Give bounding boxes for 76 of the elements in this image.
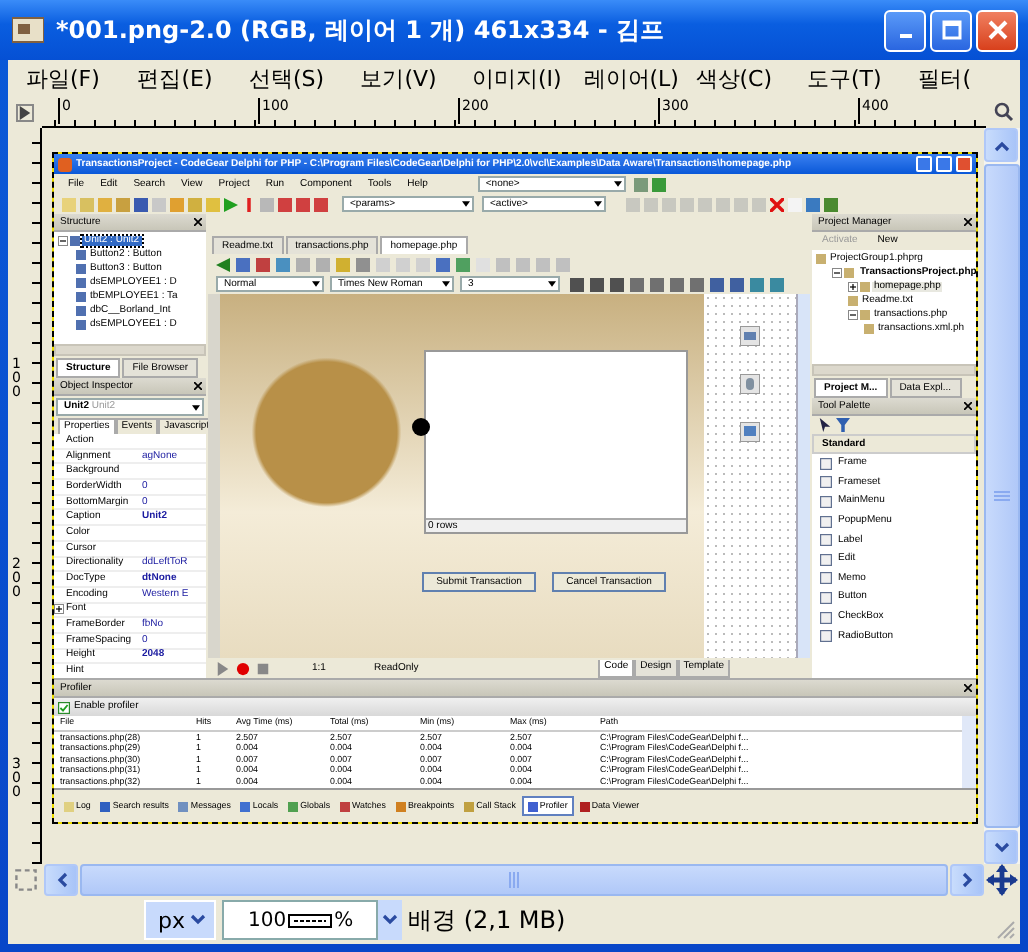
close-icon[interactable]	[964, 684, 972, 692]
app-icon	[58, 157, 72, 171]
minimize-button[interactable]	[916, 156, 932, 172]
app-icon	[12, 14, 44, 46]
close-icon[interactable]	[964, 402, 972, 410]
close-icon[interactable]	[194, 382, 202, 390]
vertical-scrollbar[interactable]	[796, 294, 810, 658]
menu-item[interactable]: 필터(	[908, 63, 1020, 93]
caret-icon	[462, 200, 470, 208]
caret-icon	[613, 180, 622, 188]
scroll-left-button[interactable]	[44, 864, 78, 896]
menu-item[interactable]: 색상(C)	[685, 63, 797, 93]
triangle-icon	[16, 103, 34, 121]
chevron-up-icon	[993, 139, 1009, 151]
exclamation-icon[interactable]	[242, 197, 256, 211]
dashed-square-icon[interactable]	[14, 868, 38, 892]
chevron-down-icon	[189, 914, 205, 926]
menu-item[interactable]: 이미지(I)	[461, 63, 574, 93]
close-button[interactable]	[956, 156, 972, 172]
magnifier-icon	[993, 102, 1013, 122]
glyph-box-icon	[288, 913, 333, 927]
vertical-scrollbar[interactable]	[962, 716, 976, 788]
scroll-right-button[interactable]	[950, 864, 984, 896]
play-icon[interactable]	[216, 661, 230, 675]
scroll-up-button[interactable]	[984, 128, 1018, 162]
record-icon[interactable]	[236, 661, 250, 675]
scroll-down-button[interactable]	[984, 830, 1018, 864]
pointer-icon[interactable]	[818, 418, 832, 432]
chevron-left-icon	[55, 872, 67, 888]
horizontal-scrollbar[interactable]	[812, 364, 976, 376]
scrollbar-thumb[interactable]	[984, 164, 1020, 828]
zoom-field[interactable]: 100 %	[222, 900, 378, 940]
caret-icon	[548, 280, 556, 288]
expand-toggle[interactable]	[54, 604, 64, 615]
zoom-dropdown-button[interactable]	[378, 900, 402, 940]
menu-item[interactable]: 레이어(L)	[573, 63, 686, 93]
round-marker	[412, 418, 430, 436]
maximize-icon	[941, 20, 961, 40]
move-arrows-icon[interactable]	[986, 864, 1018, 896]
table-icon[interactable]	[740, 422, 760, 442]
caret-icon	[442, 280, 450, 288]
caret-icon	[192, 403, 200, 411]
delete-icon[interactable]	[770, 197, 784, 211]
expand-toggle[interactable]	[58, 236, 68, 246]
close-button[interactable]	[976, 9, 1018, 51]
chevron-down-icon	[382, 914, 398, 926]
maximize-button[interactable]	[930, 9, 972, 51]
menu-item[interactable]: 파일(F)	[16, 63, 128, 93]
chevron-down-icon	[993, 841, 1009, 853]
unit-dropdown[interactable]: px	[144, 900, 216, 940]
checkbox[interactable]	[58, 701, 70, 713]
close-icon	[987, 20, 1007, 40]
menu-item[interactable]: 편집(E)	[127, 63, 239, 93]
window-title: *001.png-2.0 (RGB, 레이어 1 개) 461x334 - 김프	[56, 13, 667, 47]
menu-item[interactable]: 보기(V)	[350, 63, 462, 93]
grip-icon	[994, 490, 1010, 502]
minimize-icon	[899, 34, 911, 38]
menu-item[interactable]: 선택(S)	[238, 63, 351, 93]
play-icon[interactable]	[224, 197, 238, 211]
minimize-button[interactable]	[884, 9, 926, 51]
horizontal-scrollbar[interactable]	[54, 344, 206, 356]
caret-icon	[594, 200, 602, 208]
expand-toggle[interactable]	[848, 282, 858, 292]
expand-toggle[interactable]	[848, 310, 858, 320]
status-text: 배경 (2,1 MB)	[408, 903, 566, 937]
caret-icon	[312, 280, 320, 288]
resize-grip-icon[interactable]	[996, 920, 1016, 940]
grip-icon	[508, 872, 520, 888]
expand-toggle[interactable]	[832, 268, 842, 278]
restore-button[interactable]	[936, 156, 952, 172]
close-icon[interactable]	[964, 218, 972, 226]
menu-item[interactable]: 도구(T)	[797, 63, 909, 93]
scrollbar-thumb[interactable]	[80, 864, 948, 896]
close-icon[interactable]	[194, 218, 202, 226]
cylinder-icon[interactable]	[740, 374, 760, 394]
chevron-right-icon	[961, 872, 973, 888]
